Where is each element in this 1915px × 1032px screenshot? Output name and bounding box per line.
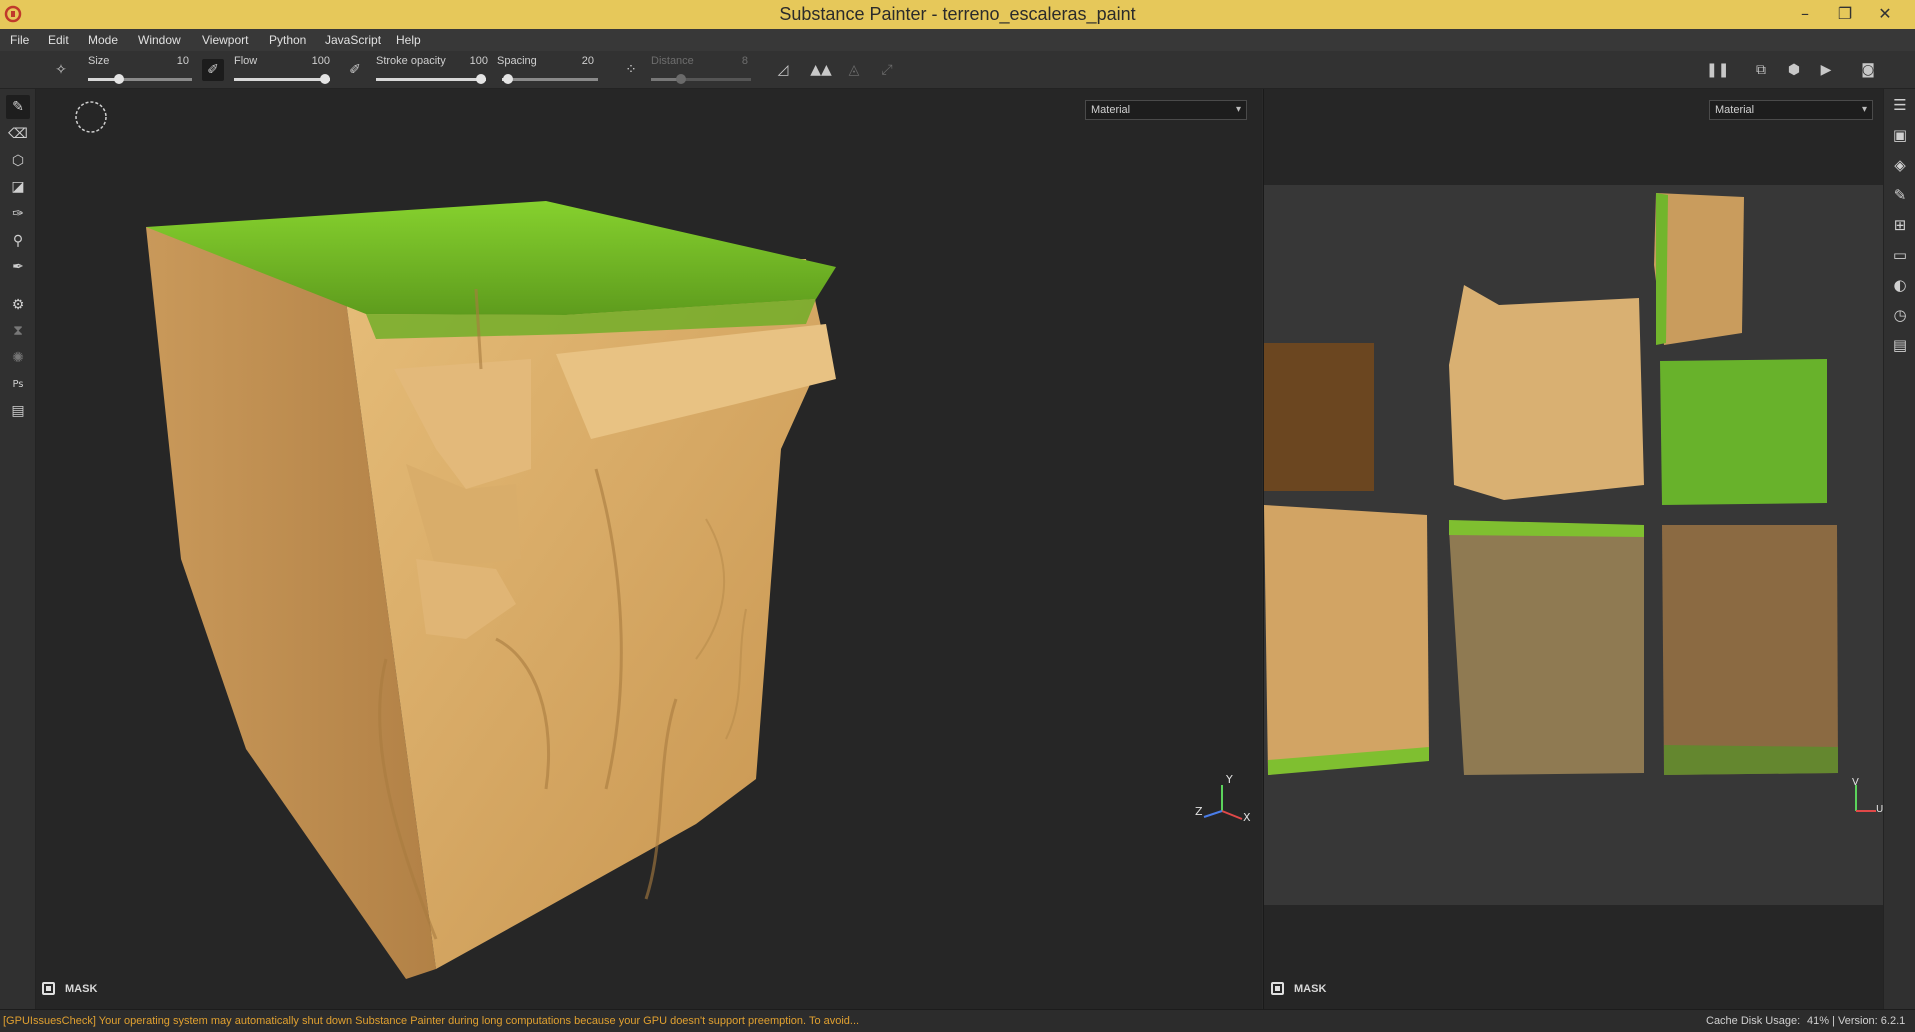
flow-slider[interactable] <box>234 74 330 84</box>
viewport-2d-mode-value: Material <box>1715 104 1755 116</box>
axis-x-label: X <box>1243 811 1251 824</box>
menu-help[interactable]: Help <box>396 33 421 47</box>
axis-gizmo <box>1203 785 1243 820</box>
texture-set-icon[interactable]: ▣ <box>1888 123 1912 147</box>
mask-toggle-2d[interactable] <box>1271 982 1284 995</box>
brush-cursor-icon <box>75 101 107 133</box>
color-picker-icon[interactable]: ✒ <box>6 255 30 279</box>
size-slider[interactable] <box>88 74 192 84</box>
distance-slider <box>651 74 751 84</box>
eraser-icon[interactable]: ⌫ <box>6 122 30 146</box>
clone-stamp-icon[interactable]: ⚲ <box>6 229 30 253</box>
spacing-slider[interactable] <box>502 74 598 84</box>
brush-icon[interactable]: ✎ <box>6 95 30 119</box>
projection-icon[interactable]: ⬡ <box>6 149 30 173</box>
flow-value[interactable]: 100 <box>300 55 330 67</box>
viewport-3d[interactable]: Material ▾ Y Z X MASK <box>36 89 1262 1009</box>
camera-icon[interactable]: ▶ <box>1815 59 1837 81</box>
bake-icon[interactable]: ⚙ <box>6 293 30 317</box>
photoshop-icon[interactable]: Ps <box>6 373 30 397</box>
close-button[interactable]: ✕ <box>1865 0 1905 29</box>
symmetry-settings-icon: ◬ <box>848 62 860 78</box>
cache-disk-label: Cache Disk Usage: <box>1706 1015 1801 1027</box>
axis-y-label: Y <box>1226 773 1233 786</box>
viewport-3d-mode-select[interactable]: Material ▾ <box>1085 100 1247 120</box>
log-icon[interactable]: ▤ <box>1888 333 1912 357</box>
alignment-icon[interactable]: ◿ <box>772 59 794 81</box>
viewport-3d-mode-value: Material <box>1091 104 1131 116</box>
stroke-opacity-slider-knob[interactable] <box>476 74 486 84</box>
brush-settings-icon[interactable]: ✎ <box>1888 183 1912 207</box>
smudge-icon[interactable]: ✑ <box>6 202 30 226</box>
hourglass-icon: ⧗ <box>13 323 23 339</box>
spacing-value[interactable]: 20 <box>564 55 594 67</box>
split-view-icon[interactable]: ⧉ <box>1750 59 1772 81</box>
layer-stack-icon[interactable]: ◈ <box>1888 153 1912 177</box>
pause-icon[interactable]: ❚❚ <box>1706 59 1729 81</box>
window-title: Substance Painter - terreno_escaleras_pa… <box>779 4 1136 24</box>
menu-bar: File Edit Mode Window Viewport Python Ja… <box>0 29 1915 51</box>
title-bar: Substance Painter - terreno_escaleras_pa… <box>0 0 1915 29</box>
distance-label: Distance <box>651 55 694 67</box>
brush-pressure-toggle-icon[interactable]: ✐ <box>202 59 224 81</box>
menu-mode[interactable]: Mode <box>88 33 118 47</box>
menu-viewport[interactable]: Viewport <box>202 33 248 47</box>
spacing-label: Spacing <box>497 55 537 67</box>
menu-javascript[interactable]: JavaScript <box>325 33 381 47</box>
chevron-down-icon: ▾ <box>1235 104 1241 115</box>
export-icon[interactable]: ▤ <box>6 399 30 423</box>
flow-slider-knob[interactable] <box>320 74 330 84</box>
maximize-button[interactable]: ❐ <box>1825 0 1865 29</box>
symmetry-transform-icon: ⤢ <box>881 62 893 78</box>
screenshot-icon[interactable]: ◙ <box>1857 59 1879 81</box>
stroke-opacity-value[interactable]: 100 <box>458 55 488 67</box>
status-bar: [GPUIssuesCheck] Your operating system m… <box>0 1009 1915 1032</box>
flow-label: Flow <box>234 55 258 67</box>
viewport-2d[interactable]: Material ▾ V U MASK <box>1263 89 1884 1009</box>
axis-z-label: Z <box>1195 805 1203 818</box>
display-settings-icon[interactable]: ▭ <box>1888 243 1912 267</box>
terrain-block-model <box>146 201 836 979</box>
iray-icon: ✺ <box>12 350 24 366</box>
right-toolbar: ☰ ▣ ◈ ✎ ⊞ ▭ ◐ ◷ ▤ <box>1883 89 1915 1009</box>
stroke-opacity-slider[interactable] <box>376 74 486 84</box>
uv-islands <box>1264 193 1838 775</box>
shelf-icon[interactable]: ⊞ <box>1888 213 1912 237</box>
uv-layout-area <box>1264 185 1884 905</box>
menu-window[interactable]: Window <box>138 33 181 47</box>
gpu-warning-text[interactable]: [GPUIssuesCheck] Your operating system m… <box>3 1015 859 1027</box>
menu-python[interactable]: Python <box>269 33 306 47</box>
size-value[interactable]: 10 <box>159 55 189 67</box>
size-label: Size <box>88 55 110 67</box>
mask-label-2d: MASK <box>1294 983 1327 995</box>
viewport-2d-mode-select[interactable]: Material ▾ <box>1709 100 1873 120</box>
flow-pressure-icon[interactable]: ✐ <box>344 59 366 81</box>
layers-panel-icon[interactable]: ☰ <box>1888 93 1912 117</box>
size-slider-knob[interactable] <box>114 74 124 84</box>
left-toolbar: ✎ ⌫ ⬡ ◪ ✑ ⚲ ✒ ⚙ ⧗ ✺ Ps ▤ <box>0 89 36 1009</box>
mask-toggle-3d[interactable] <box>42 982 55 995</box>
distance-slider-knob <box>676 74 686 84</box>
distance-value: 8 <box>741 55 748 67</box>
mask-label-3d: MASK <box>65 983 98 995</box>
symmetry-icon[interactable]: ▲▲ <box>810 59 832 81</box>
menu-edit[interactable]: Edit <box>48 33 69 47</box>
chevron-down-icon: ▾ <box>1861 104 1867 115</box>
display-3d-icon[interactable]: ⬢ <box>1783 59 1805 81</box>
polygon-fill-icon[interactable]: ◪ <box>6 175 30 199</box>
tool-options-bar: ✧ Size 10 ✐ Flow 100 ✐ Stroke opacity 10… <box>0 51 1915 89</box>
substance-painter-window: Substance Painter - terreno_escaleras_pa… <box>0 0 1915 1032</box>
cache-version-value: 41% | Version: 6.2.1 <box>1807 1015 1906 1027</box>
lazy-mouse-icon[interactable]: ⁘ <box>620 59 642 81</box>
axis-v-label: V <box>1852 777 1859 788</box>
spacing-slider-knob[interactable] <box>503 74 513 84</box>
brush-preset-icon[interactable]: ✧ <box>50 59 72 81</box>
history-icon[interactable]: ◷ <box>1888 303 1912 327</box>
viewer-settings-icon[interactable]: ◐ <box>1888 273 1912 297</box>
minimize-button[interactable]: – <box>1785 0 1825 29</box>
menu-file[interactable]: File <box>10 33 29 47</box>
stroke-opacity-label: Stroke opacity <box>376 55 446 67</box>
